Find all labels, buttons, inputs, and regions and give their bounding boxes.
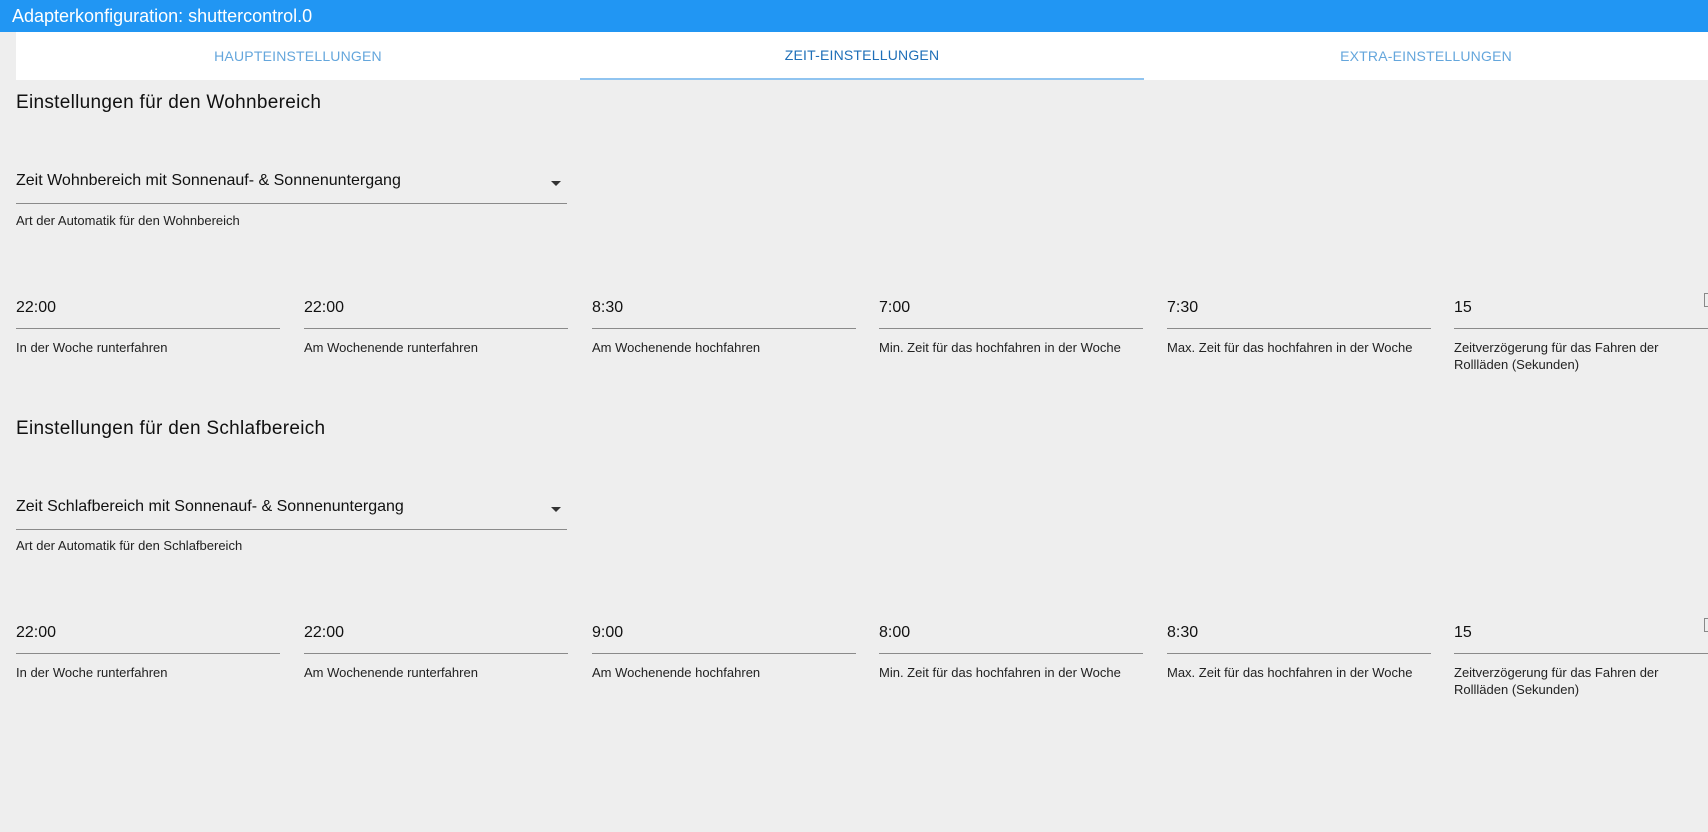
living-week-down-label: In der Woche runterfahren bbox=[16, 340, 168, 355]
living-weekend-up-label: Am Wochenende hochfahren bbox=[592, 340, 761, 355]
sleeping-delay-label: Zeitverzögerung für das Fahren der Rolll… bbox=[1454, 665, 1659, 697]
living-field-weekend-down: 22:00 Am Wochenende runterfahren bbox=[304, 297, 568, 356]
living-field-week-down: 22:00 In der Woche runterfahren bbox=[16, 297, 280, 356]
tab-extra-einstellungen[interactable]: EXTRA-EINSTELLUNGEN bbox=[1144, 32, 1708, 80]
sleeping-field-weekend-down: 22:00 Am Wochenende runterfahren bbox=[304, 622, 568, 681]
number-spinner-icon[interactable] bbox=[1704, 293, 1708, 307]
sleeping-field-max-week-up: 8:30 Max. Zeit für das hochfahren in der… bbox=[1167, 622, 1431, 681]
living-delay-input[interactable]: 15 bbox=[1454, 293, 1708, 329]
sleeping-week-down-input[interactable]: 22:00 bbox=[16, 622, 280, 654]
sleeping-max-week-up-label: Max. Zeit für das hochfahren in der Woch… bbox=[1167, 665, 1413, 680]
living-weekend-down-input[interactable]: 22:00 bbox=[304, 297, 568, 329]
sleeping-weekend-down-input[interactable]: 22:00 bbox=[304, 622, 568, 654]
sleeping-field-delay: 15 Zeitverzögerung für das Fahren der Ro… bbox=[1454, 618, 1708, 698]
tab-haupteinstellungen[interactable]: HAUPTEINSTELLUNGEN bbox=[16, 32, 580, 80]
living-weekend-down-label: Am Wochenende runterfahren bbox=[304, 340, 478, 355]
living-section-title: Einstellungen für den Wohnbereich bbox=[16, 92, 322, 113]
number-spinner-icon[interactable] bbox=[1704, 618, 1708, 632]
sleeping-weekend-up-label: Am Wochenende hochfahren bbox=[592, 665, 761, 680]
sleeping-field-weekend-up: 9:00 Am Wochenende hochfahren bbox=[592, 622, 856, 681]
sleeping-weekend-up-input[interactable]: 9:00 bbox=[592, 622, 856, 654]
sleeping-weekend-down-label: Am Wochenende runterfahren bbox=[304, 665, 478, 680]
living-week-down-input[interactable]: 22:00 bbox=[16, 297, 280, 329]
living-field-weekend-up: 8:30 Am Wochenende hochfahren bbox=[592, 297, 856, 356]
living-automation-select[interactable]: Zeit Wohnbereich mit Sonnenauf- & Sonnen… bbox=[16, 164, 567, 204]
sleeping-max-week-up-input[interactable]: 8:30 bbox=[1167, 622, 1431, 654]
sleeping-field-week-down: 22:00 In der Woche runterfahren bbox=[16, 622, 280, 681]
sleeping-select-value: Zeit Schlafbereich mit Sonnenauf- & Sonn… bbox=[16, 498, 404, 515]
living-field-delay: 15 Zeitverzögerung für das Fahren der Ro… bbox=[1454, 293, 1708, 373]
dropdown-arrow-icon bbox=[551, 181, 561, 186]
tab-bar: HAUPTEINSTELLUNGEN ZEIT-EINSTELLUNGEN EX… bbox=[16, 32, 1708, 80]
sleeping-automation-select[interactable]: Zeit Schlafbereich mit Sonnenauf- & Sonn… bbox=[16, 490, 567, 530]
sleeping-select-helper: Art der Automatik für den Schlafbereich bbox=[16, 538, 243, 553]
sleeping-min-week-up-input[interactable]: 8:00 bbox=[879, 622, 1143, 654]
sleeping-section-title: Einstellungen für den Schlafbereich bbox=[16, 418, 326, 439]
sleeping-delay-value: 15 bbox=[1454, 624, 1472, 641]
window-title: Adapterkonfiguration: shuttercontrol.0 bbox=[0, 0, 1708, 32]
living-delay-label: Zeitverzögerung für das Fahren der Rolll… bbox=[1454, 340, 1659, 372]
sleeping-field-min-week-up: 8:00 Min. Zeit für das hochfahren in der… bbox=[879, 622, 1143, 681]
sleeping-delay-input[interactable]: 15 bbox=[1454, 618, 1708, 654]
tab-zeit-einstellungen[interactable]: ZEIT-EINSTELLUNGEN bbox=[580, 32, 1144, 80]
sleeping-week-down-label: In der Woche runterfahren bbox=[16, 665, 168, 680]
living-field-min-week-up: 7:00 Min. Zeit für das hochfahren in der… bbox=[879, 297, 1143, 356]
living-max-week-up-label: Max. Zeit für das hochfahren in der Woch… bbox=[1167, 340, 1413, 355]
living-min-week-up-label: Min. Zeit für das hochfahren in der Woch… bbox=[879, 340, 1121, 355]
living-max-week-up-input[interactable]: 7:30 bbox=[1167, 297, 1431, 329]
sleeping-min-week-up-label: Min. Zeit für das hochfahren in der Woch… bbox=[879, 665, 1121, 680]
living-min-week-up-input[interactable]: 7:00 bbox=[879, 297, 1143, 329]
living-select-value: Zeit Wohnbereich mit Sonnenauf- & Sonnen… bbox=[16, 172, 401, 189]
living-delay-value: 15 bbox=[1454, 299, 1472, 316]
living-field-max-week-up: 7:30 Max. Zeit für das hochfahren in der… bbox=[1167, 297, 1431, 356]
living-weekend-up-input[interactable]: 8:30 bbox=[592, 297, 856, 329]
dropdown-arrow-icon bbox=[551, 507, 561, 512]
living-select-helper: Art der Automatik für den Wohnbereich bbox=[16, 213, 240, 228]
